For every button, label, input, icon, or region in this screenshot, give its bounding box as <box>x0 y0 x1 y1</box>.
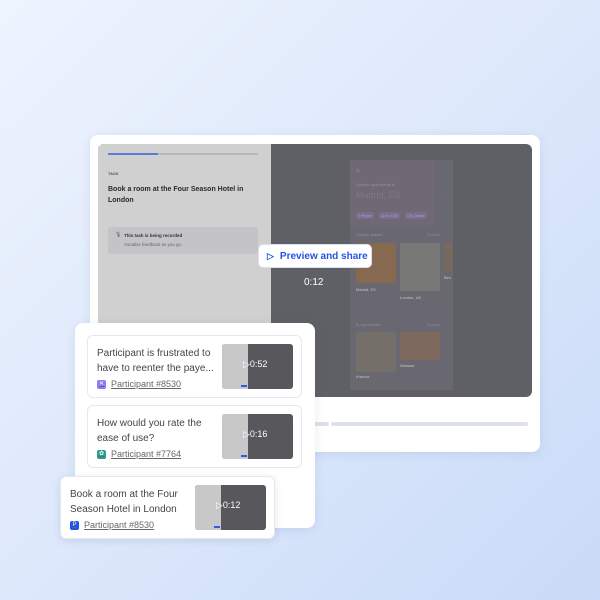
chip: City Centre <box>405 212 427 219</box>
recording-title: This task is being recorded <box>124 233 183 238</box>
clip-thumbnail[interactable]: ▷0:16 <box>222 414 293 459</box>
place-name: Madrid, ES <box>356 287 376 292</box>
search-icon: ○ <box>441 194 444 199</box>
clip-text: How would you rate the ease of use? <box>97 418 202 444</box>
explore-link: Explore <box>427 232 441 237</box>
location: Madrid, ES <box>356 190 401 200</box>
clip-card[interactable]: Book a room at the Four Season Hotel in L… <box>60 476 275 539</box>
participant-name[interactable]: Participant #7764 <box>111 449 181 459</box>
place-name: London, UK <box>400 295 422 300</box>
timeline-scrubber[interactable] <box>314 422 529 426</box>
clip-text: Participant is frustrated to have to reen… <box>97 348 214 374</box>
place-name: Warsaw <box>400 363 415 368</box>
clip-duration: 0:12 <box>222 500 241 510</box>
chip: Up to £100 <box>379 212 401 219</box>
participant-name[interactable]: Participant #8530 <box>84 520 154 530</box>
country-heading: In my country <box>356 322 381 327</box>
participant-avatar-icon: P <box>70 520 79 530</box>
clip-duration: 0:16 <box>249 429 268 439</box>
clip-thumbnail[interactable]: ▷0:52 <box>222 344 293 389</box>
recording-subtitle: Vocalize feedback as you go. <box>124 242 183 247</box>
task-progress-bar <box>108 153 258 155</box>
play-icon: ▷ <box>243 359 250 369</box>
participant-link[interactable]: P Participant #8530 <box>70 520 154 530</box>
clip-text: Book a room at the Four Season Hotel in L… <box>70 489 178 515</box>
clip-card[interactable]: How would you rate the ease of use? ✿ Part… <box>87 405 302 468</box>
participant-avatar-icon: ✕ <box>97 379 106 389</box>
preview-label: Preview and share <box>279 250 368 262</box>
task-label: TASK <box>108 171 119 176</box>
participant-avatar-icon: ✿ <box>97 449 106 459</box>
preview-and-share-button[interactable]: ▷ Preview and share <box>258 244 372 268</box>
clip-card[interactable]: Participant is frustrated to have to reen… <box>87 335 302 398</box>
menu-icon: ☰ <box>356 168 360 173</box>
place-name: Berl <box>444 275 452 280</box>
app-screenshot: ☰ Explore apartments in Madrid, ES ○ 2 P… <box>350 160 453 390</box>
clip-thumbnail[interactable]: ▷0:12 <box>195 485 266 530</box>
place-name: Krakow <box>356 374 370 379</box>
chip: 2 People <box>356 212 374 219</box>
participant-link[interactable]: ✕ Participant #8530 <box>97 379 181 389</box>
play-icon: ▷ <box>243 429 250 439</box>
video-time: 0:12 <box>304 277 324 288</box>
popular-heading: Popular places <box>356 232 383 237</box>
task-title: Book a room at the Four Season Hotel in … <box>108 186 244 204</box>
explore-link: Explore <box>427 322 441 327</box>
recording-notice: 🎙 This task is being recorded Vocalize f… <box>108 227 258 254</box>
play-icon: ▷ <box>267 250 274 261</box>
participant-name[interactable]: Participant #8530 <box>111 379 181 389</box>
participant-link[interactable]: ✿ Participant #7764 <box>97 449 181 459</box>
clip-duration: 0:52 <box>249 359 268 369</box>
explore-label: Explore apartments in <box>356 182 395 187</box>
microphone-icon: 🎙 <box>115 232 122 238</box>
play-icon: ▷ <box>216 500 223 510</box>
